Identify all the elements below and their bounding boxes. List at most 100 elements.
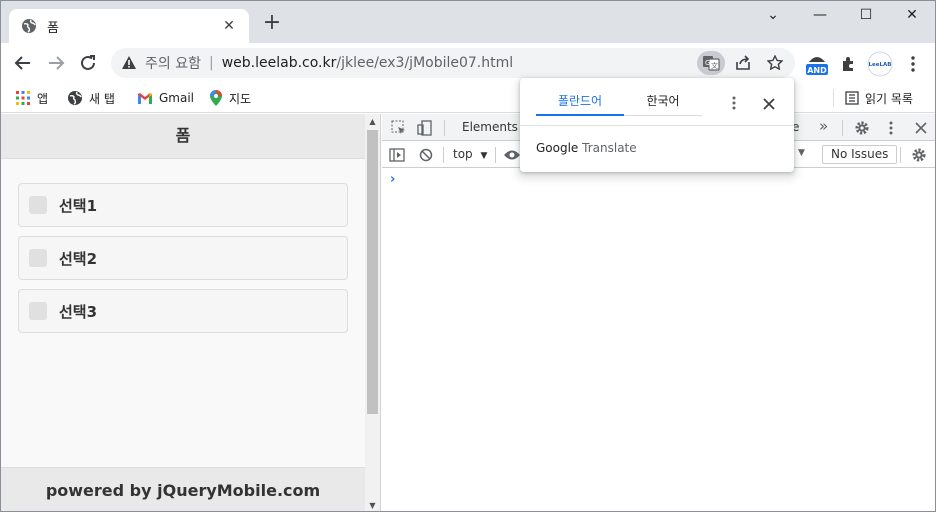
live-expression-eye-icon[interactable] <box>503 146 521 164</box>
checkbox-icon[interactable] <box>29 196 47 214</box>
address-bar[interactable]: 주의 요함 | web.leelab.co.kr/jklee/ex3/jMobi… <box>111 48 795 78</box>
svg-text:G: G <box>705 59 710 67</box>
leelab-badge-text: LeeLAB <box>869 62 892 68</box>
device-toolbar-icon[interactable] <box>416 119 434 137</box>
checkbox-label: 선택3 <box>59 302 98 321</box>
tab-strip: 폼 ✕ + ⌄ — ☐ ✕ <box>1 1 935 43</box>
leelab-logo-icon: LeeLAB <box>867 51 893 77</box>
translate-popup: 폴란드어 한국어 Google Translate <box>520 78 794 172</box>
svg-text:文: 文 <box>711 61 718 70</box>
reload-icon <box>81 55 95 70</box>
scroll-up-arrow-icon[interactable]: ▲ <box>365 114 380 129</box>
kebab-menu-icon <box>911 56 915 72</box>
bookmark-maps[interactable]: 지도 <box>209 87 251 109</box>
bookmarks-divider <box>833 89 834 107</box>
checkbox-icon[interactable] <box>29 302 47 320</box>
leelab-extension-button[interactable]: LeeLAB <box>867 51 893 77</box>
translate-options-button[interactable] <box>732 95 736 114</box>
checkbox-label: 선택2 <box>59 249 98 268</box>
minimize-button[interactable]: — <box>805 7 835 29</box>
tab-title: 폼 <box>47 20 59 36</box>
checkbox-icon[interactable] <box>29 249 47 267</box>
checkbox-option-2[interactable]: 선택2 <box>18 236 348 280</box>
translate-close-button[interactable] <box>763 95 775 114</box>
globe-icon <box>68 91 82 105</box>
levels-dropdown-arrow-icon[interactable]: ▼ <box>798 148 805 158</box>
chrome-menu-button[interactable] <box>903 51 923 77</box>
tab-search-button[interactable]: ⌄ <box>758 7 788 29</box>
target-language-tab[interactable]: 한국어 <box>624 92 702 116</box>
translate-page-button[interactable]: G文 <box>697 51 725 75</box>
toolbar-divider <box>495 147 496 163</box>
tab-close-icon[interactable]: ✕ <box>221 18 237 34</box>
checkbox-option-1[interactable]: 선택1 <box>18 183 348 227</box>
reading-list-icon <box>845 91 859 105</box>
url-host: web.leelab.co.kr <box>221 55 337 71</box>
reading-list-button[interactable]: 읽기 목록 <box>845 87 913 109</box>
context-selector[interactable]: top ▼ <box>453 147 487 161</box>
bookmark-label: Gmail <box>159 91 195 105</box>
more-tabs-button[interactable]: » <box>819 117 828 135</box>
translate-wordmark: Translate <box>582 141 637 155</box>
bookmark-label: 새 탭 <box>89 91 115 106</box>
close-window-button[interactable]: ✕ <box>897 7 927 29</box>
page-footer: powered by jQueryMobile.com <box>1 467 365 511</box>
forward-arrow-icon <box>49 56 65 70</box>
omnibox-actions: G文 <box>697 51 789 75</box>
reading-list-label: 읽기 목록 <box>865 91 913 106</box>
star-icon <box>767 55 783 71</box>
toolbar-divider <box>842 120 843 136</box>
gmail-icon <box>138 93 152 104</box>
settings-gear-icon[interactable] <box>853 119 871 137</box>
maps-pin-icon <box>210 90 222 106</box>
share-button[interactable] <box>729 51 757 75</box>
bookmark-star-button[interactable] <box>761 51 789 75</box>
console-settings-gear-icon[interactable] <box>910 146 928 164</box>
back-button[interactable] <box>11 51 35 75</box>
new-tab-button[interactable]: + <box>261 12 283 35</box>
bookmark-new-tab[interactable]: 새 탭 <box>67 87 115 109</box>
warning-icon <box>122 56 136 69</box>
bookmark-apps[interactable]: 앱 <box>15 87 48 109</box>
translate-icon: G文 <box>703 56 720 71</box>
scrollbar-thumb[interactable] <box>367 130 378 414</box>
google-translate-branding: Google Translate <box>536 141 637 155</box>
tab-elements[interactable]: Elements <box>462 120 518 134</box>
checkbox-label: 선택1 <box>59 196 98 215</box>
page-viewport: 폼 선택1 선택2 선택3 powered by jQueryMobile.co… <box>1 114 381 511</box>
and-badge-text: AND <box>807 66 827 75</box>
bookmark-label: 지도 <box>229 91 252 106</box>
reload-button[interactable] <box>76 51 100 75</box>
scroll-down-arrow-icon[interactable]: ▼ <box>365 498 380 511</box>
popup-divider <box>520 125 794 126</box>
google-wordmark: Google <box>536 141 579 155</box>
puzzle-icon <box>843 57 853 71</box>
bookmark-label: 앱 <box>37 91 49 106</box>
share-icon <box>736 55 750 70</box>
address-separator: | <box>208 55 214 71</box>
inspect-element-icon[interactable] <box>390 119 408 137</box>
bookmark-gmail[interactable]: Gmail <box>137 87 194 109</box>
security-label[interactable]: 주의 요함 <box>145 53 201 73</box>
back-arrow-icon <box>14 56 30 70</box>
devtools-menu-icon[interactable] <box>882 119 900 137</box>
bookmarks-bar: 앱 새 탭 Gmail 지도 읽기 목록 <box>1 83 935 113</box>
forward-button[interactable] <box>44 51 68 75</box>
issues-button[interactable]: No Issues <box>822 145 898 164</box>
url-path: /jklee/ex3/jMobile07.html <box>336 55 514 71</box>
extension-and-button[interactable]: AND <box>803 51 831 77</box>
browser-toolbar: 주의 요함 | web.leelab.co.kr/jklee/ex3/jMobi… <box>1 43 935 83</box>
page-scrollbar[interactable]: ▲ ▼ <box>365 114 380 511</box>
dropdown-arrow-icon: ▼ <box>480 151 488 161</box>
browser-tab[interactable]: 폼 ✕ <box>9 9 249 43</box>
show-sidebar-icon[interactable] <box>388 146 406 164</box>
extensions-button[interactable] <box>839 51 859 77</box>
console-prompt[interactable]: › <box>390 172 395 187</box>
maximize-button[interactable]: ☐ <box>851 7 881 29</box>
globe-icon <box>22 19 36 33</box>
kebab-menu-icon <box>732 96 736 110</box>
close-devtools-icon[interactable] <box>912 119 930 137</box>
checkbox-option-3[interactable]: 선택3 <box>18 289 348 333</box>
clear-console-icon[interactable] <box>417 146 435 164</box>
source-language-tab[interactable]: 폴란드어 <box>536 92 624 116</box>
